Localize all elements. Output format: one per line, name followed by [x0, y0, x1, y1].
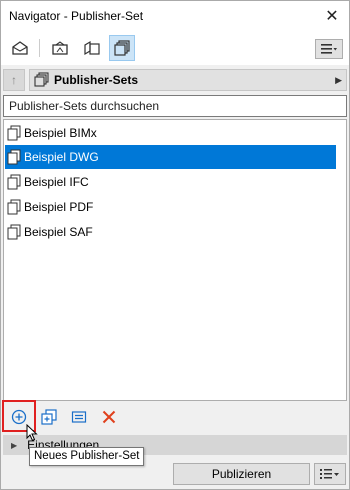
up-button[interactable]: ↑ — [3, 69, 25, 91]
path-selector[interactable]: Publisher-Sets ▶ — [29, 69, 347, 91]
list-item[interactable]: Beispiel DWG — [5, 145, 336, 169]
view-map-icon — [52, 41, 68, 55]
close-icon[interactable]: ✕ — [321, 5, 343, 27]
toolbar-divider — [39, 39, 40, 57]
layout-book-icon — [84, 40, 100, 56]
project-map-icon — [12, 41, 28, 55]
publisher-set-icon — [7, 149, 21, 165]
publisher-set-icon — [7, 224, 21, 240]
publisher-set-icon — [7, 125, 21, 141]
list-item-label: Beispiel PDF — [24, 200, 94, 214]
delete-icon — [102, 410, 116, 424]
mouse-cursor-icon — [26, 424, 38, 442]
publish-options-button[interactable] — [314, 463, 346, 485]
project-map-button[interactable] — [7, 35, 33, 61]
chevron-right-icon: ▶ — [335, 75, 342, 85]
up-arrow-icon: ↑ — [11, 73, 17, 87]
hamburger-menu-icon — [321, 44, 337, 54]
window-title: Navigator - Publisher-Set — [9, 9, 144, 23]
list-options-icon — [320, 469, 339, 479]
publisher-set-icon — [7, 174, 21, 190]
search-input[interactable] — [3, 95, 347, 117]
tooltip: Neues Publisher-Set — [29, 447, 145, 466]
publisher-sets-button[interactable] — [109, 35, 135, 61]
chevron-right-icon: ▶ — [11, 440, 18, 450]
clone-set-button[interactable] — [38, 406, 60, 428]
publisher-set-icon — [7, 199, 21, 215]
clone-set-icon — [41, 409, 57, 425]
publisher-sets-icon — [114, 40, 130, 56]
list-item[interactable]: Beispiel PDF — [5, 195, 336, 219]
list-item-label: Beispiel IFC — [24, 175, 89, 189]
path-bar: ↑ Publisher-Sets ▶ — [3, 69, 347, 91]
set-settings-icon — [71, 411, 87, 423]
view-map-button[interactable] — [47, 35, 73, 61]
path-label: Publisher-Sets — [54, 73, 139, 87]
navigator-window: Navigator - Publisher-Set ✕ ↑ Publisher-… — [0, 0, 350, 490]
title-bar: Navigator - Publisher-Set ✕ — [1, 1, 349, 31]
options-menu-button[interactable] — [315, 39, 343, 59]
list-item-label: Beispiel SAF — [24, 225, 93, 239]
list-item-label: Beispiel BIMx — [24, 126, 97, 140]
list-item[interactable]: Beispiel IFC — [5, 170, 336, 194]
set-settings-button[interactable] — [68, 406, 90, 428]
navigator-toolbar — [1, 31, 349, 65]
delete-button[interactable] — [98, 406, 120, 428]
list-actions-bar — [1, 403, 349, 431]
publish-button[interactable]: Publizieren — [173, 463, 310, 485]
publisher-sets-icon — [34, 72, 49, 87]
publisher-set-list: Beispiel BIMx Beispiel DWG Beispiel IFC … — [3, 119, 347, 401]
list-item[interactable]: Beispiel BIMx — [5, 121, 336, 145]
add-publisher-set-icon — [11, 409, 27, 425]
list-item[interactable]: Beispiel SAF — [5, 220, 336, 244]
layout-book-button[interactable] — [79, 35, 105, 61]
list-item-label: Beispiel DWG — [24, 150, 99, 164]
